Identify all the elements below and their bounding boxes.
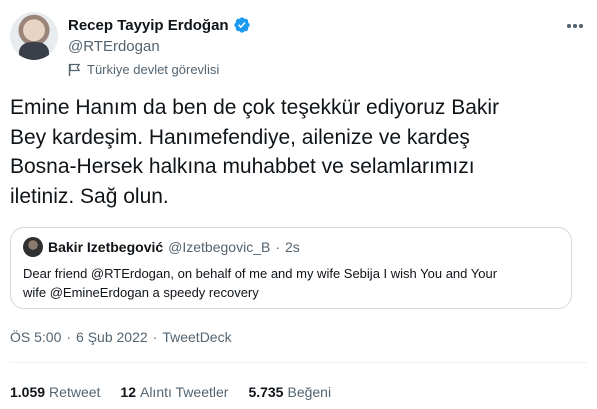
retweets-label: Retweet <box>49 384 101 400</box>
author-name-row: Recep Tayyip Erdoğan <box>68 15 251 35</box>
quoted-author-avatar <box>23 237 43 257</box>
retweets-count: 1.059 <box>10 384 46 400</box>
likes-label: Beğeni <box>287 384 332 400</box>
tweet-stats: 1.059 Retweet 12 Alıntı Tweetler 5.735 B… <box>10 384 351 400</box>
quote-tweets-count: 12 <box>120 384 136 400</box>
likes-count: 5.735 <box>248 384 284 400</box>
tweet-date[interactable]: 6 Şub 2022 <box>76 329 148 345</box>
verified-badge-icon <box>233 17 250 33</box>
author-label: Türkiye devlet görevlisi <box>68 62 219 77</box>
meta-separator: · <box>66 329 72 345</box>
quoted-author-name: Bakir Izetbegović <box>48 239 164 255</box>
author-label-text: Türkiye devlet görevlisi <box>87 62 220 77</box>
tweet-time[interactable]: ÖS 5:00 <box>10 329 61 345</box>
tweet-header: Recep Tayyip Erdoğan @RTErdogan Türkiye … <box>10 12 587 82</box>
quote-tweets-label: Alıntı Tweetler <box>139 384 229 400</box>
more-icon[interactable] <box>565 16 585 36</box>
flag-icon <box>68 63 81 76</box>
tweet-card: Recep Tayyip Erdoğan @RTErdogan Türkiye … <box>0 0 597 409</box>
quoted-separator: · <box>275 239 280 255</box>
quoted-author-handle: @Izetbegovic_B <box>168 239 271 255</box>
tweet-source[interactable]: TweetDeck <box>162 329 231 345</box>
quoted-tweet-header: Bakir Izetbegović @Izetbegovic_B · 2s <box>23 237 300 257</box>
quoted-time: 2s <box>284 239 300 255</box>
quoted-tweet-text: Dear friend @RTErdogan, on behalf of me … <box>23 266 498 300</box>
tweet-text: Emine Hanım da ben de çok teşekkür ediyo… <box>10 96 500 208</box>
author-display-name[interactable]: Recep Tayyip Erdoğan <box>68 17 229 34</box>
author-handle[interactable]: @RTErdogan <box>68 38 160 55</box>
likes-stat[interactable]: 5.735 Beğeni <box>248 384 331 400</box>
quote-tweets-stat[interactable]: 12 Alıntı Tweetler <box>120 384 228 400</box>
tweet-meta: ÖS 5:00 · 6 Şub 2022 · TweetDeck <box>10 329 232 345</box>
author-avatar[interactable] <box>10 12 58 60</box>
retweets-stat[interactable]: 1.059 Retweet <box>10 384 100 400</box>
quoted-tweet[interactable]: Bakir Izetbegović @Izetbegovic_B · 2s De… <box>10 227 572 309</box>
meta-separator: · <box>152 329 158 345</box>
divider <box>10 362 587 363</box>
